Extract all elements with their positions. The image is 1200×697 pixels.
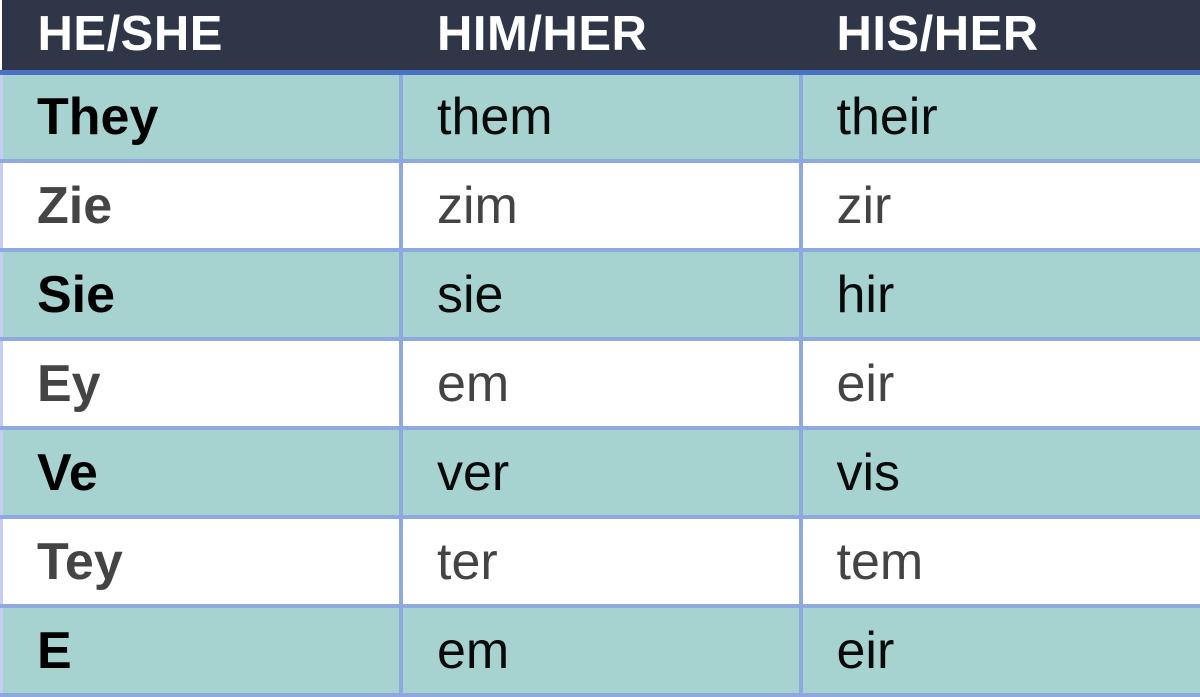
cell-subject: They — [2, 72, 402, 161]
cell-possessive: their — [801, 72, 1200, 161]
cell-object: them — [401, 72, 801, 161]
table-row: They them their — [2, 72, 1200, 161]
table-body: They them their Zie zim zir Sie sie hir … — [2, 72, 1200, 695]
table-row: Zie zim zir — [2, 161, 1200, 250]
table-header-row: HE/SHE HIM/HER HIS/HER — [2, 0, 1200, 72]
cell-object: zim — [401, 161, 801, 250]
cell-object: em — [401, 606, 801, 695]
cell-subject: Sie — [2, 250, 402, 339]
cell-possessive: eir — [801, 606, 1200, 695]
table-row: Ey em eir — [2, 339, 1200, 428]
cell-subject: E — [2, 606, 402, 695]
cell-subject: Tey — [2, 517, 402, 606]
cell-subject: Ve — [2, 428, 402, 517]
column-header-subject: HE/SHE — [2, 0, 402, 72]
table-row: E em eir — [2, 606, 1200, 695]
cell-subject: Ey — [2, 339, 402, 428]
cell-object: em — [401, 339, 801, 428]
cell-possessive: tem — [801, 517, 1200, 606]
cell-possessive: zir — [801, 161, 1200, 250]
cell-object: ter — [401, 517, 801, 606]
table-row: Ve ver vis — [2, 428, 1200, 517]
table-header: HE/SHE HIM/HER HIS/HER — [2, 0, 1200, 72]
cell-possessive: vis — [801, 428, 1200, 517]
column-header-object: HIM/HER — [401, 0, 801, 72]
cell-object: ver — [401, 428, 801, 517]
cell-subject: Zie — [2, 161, 402, 250]
cell-object: sie — [401, 250, 801, 339]
cell-possessive: eir — [801, 339, 1200, 428]
pronoun-table: HE/SHE HIM/HER HIS/HER They them their Z… — [0, 0, 1200, 697]
table-row: Tey ter tem — [2, 517, 1200, 606]
cell-possessive: hir — [801, 250, 1200, 339]
table-row: Sie sie hir — [2, 250, 1200, 339]
column-header-possessive: HIS/HER — [801, 0, 1200, 72]
